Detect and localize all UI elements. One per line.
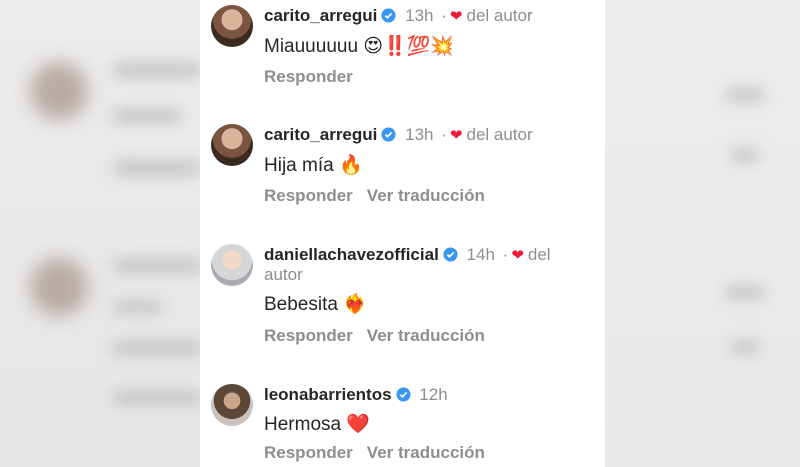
comment-text: Hija mía 🔥 [264,155,363,176]
blurred-avatar [30,258,88,316]
blurred-text [112,160,200,176]
reply-button[interactable]: Responder [264,67,353,86]
username[interactable]: daniellachavezofficial [264,245,439,264]
heart-icon: ❤ [511,247,524,264]
comment-actions: Responder Ver traducción [264,186,485,206]
timestamp: 14h [466,245,495,264]
blurred-text [112,340,200,356]
avatar[interactable] [211,5,253,47]
blurred-text [112,258,200,274]
avatar[interactable] [211,244,253,286]
comment-actions: Responder Ver traducción [264,326,485,346]
reply-button[interactable]: Responder [264,186,353,205]
username[interactable]: carito_arregui [264,6,377,25]
comment-header: leonabarrientos 12h [264,385,448,405]
blurred-text [725,88,765,102]
liked-by-author-label-line2: autor [264,265,303,284]
blurred-background-right [605,0,800,467]
comments-panel: carito_arregui 13h · ❤ del autor Miauuuuuu… [200,0,605,467]
liked-by-author-label: del autor [466,6,533,25]
comment-header: carito_arregui 13h · ❤ del autor [264,125,533,146]
blurred-text [112,300,162,314]
blurred-text [112,390,200,406]
comment-actions: Responder Ver traducción [264,443,485,463]
comment-header: daniellachavezofficial 14h · ❤ del [264,245,551,266]
liked-by-author-label-line1: del [527,245,551,264]
reply-button[interactable]: Responder [264,326,353,345]
timestamp: 13h [405,125,434,144]
timestamp: 12h [419,385,448,404]
blurred-background-left [0,0,200,467]
timestamp: 13h [405,6,434,25]
blurred-text [112,62,200,78]
verified-badge-icon [381,8,396,23]
blurred-text [112,108,182,124]
username[interactable]: leonabarrientos [264,385,392,404]
blurred-text [730,340,760,354]
heart-icon: ❤ [449,127,463,144]
verified-badge-icon [396,387,411,402]
separator-dot: · [441,125,447,144]
see-translation-button[interactable]: Ver traducción [367,326,485,345]
see-translation-button[interactable]: Ver traducción [367,443,485,462]
blurred-text [725,286,765,300]
username[interactable]: carito_arregui [264,125,377,144]
avatar[interactable] [211,124,253,166]
blurred-text [730,148,760,162]
separator-dot: · [502,245,509,264]
comment-header: carito_arregui 13h · ❤ del autor [264,6,533,27]
separator-dot: · [441,6,447,25]
blurred-avatar [30,62,88,120]
verified-badge-icon [381,127,396,142]
liked-by-author-label: del autor [466,125,533,144]
comment-text: Miauuuuuu 😍‼️💯💥 [264,36,455,57]
reply-button[interactable]: Responder [264,443,353,462]
verified-badge-icon [443,247,458,262]
see-translation-button[interactable]: Ver traducción [367,186,485,205]
comment-text: Bebesita ❤️‍🔥 [264,294,367,315]
avatar[interactable] [211,384,253,426]
comment-actions: Responder [264,67,353,87]
comment-text: Hermosa ❤️ [264,414,371,435]
comment-header-wrap: autor [264,265,303,285]
heart-icon: ❤ [449,8,463,25]
